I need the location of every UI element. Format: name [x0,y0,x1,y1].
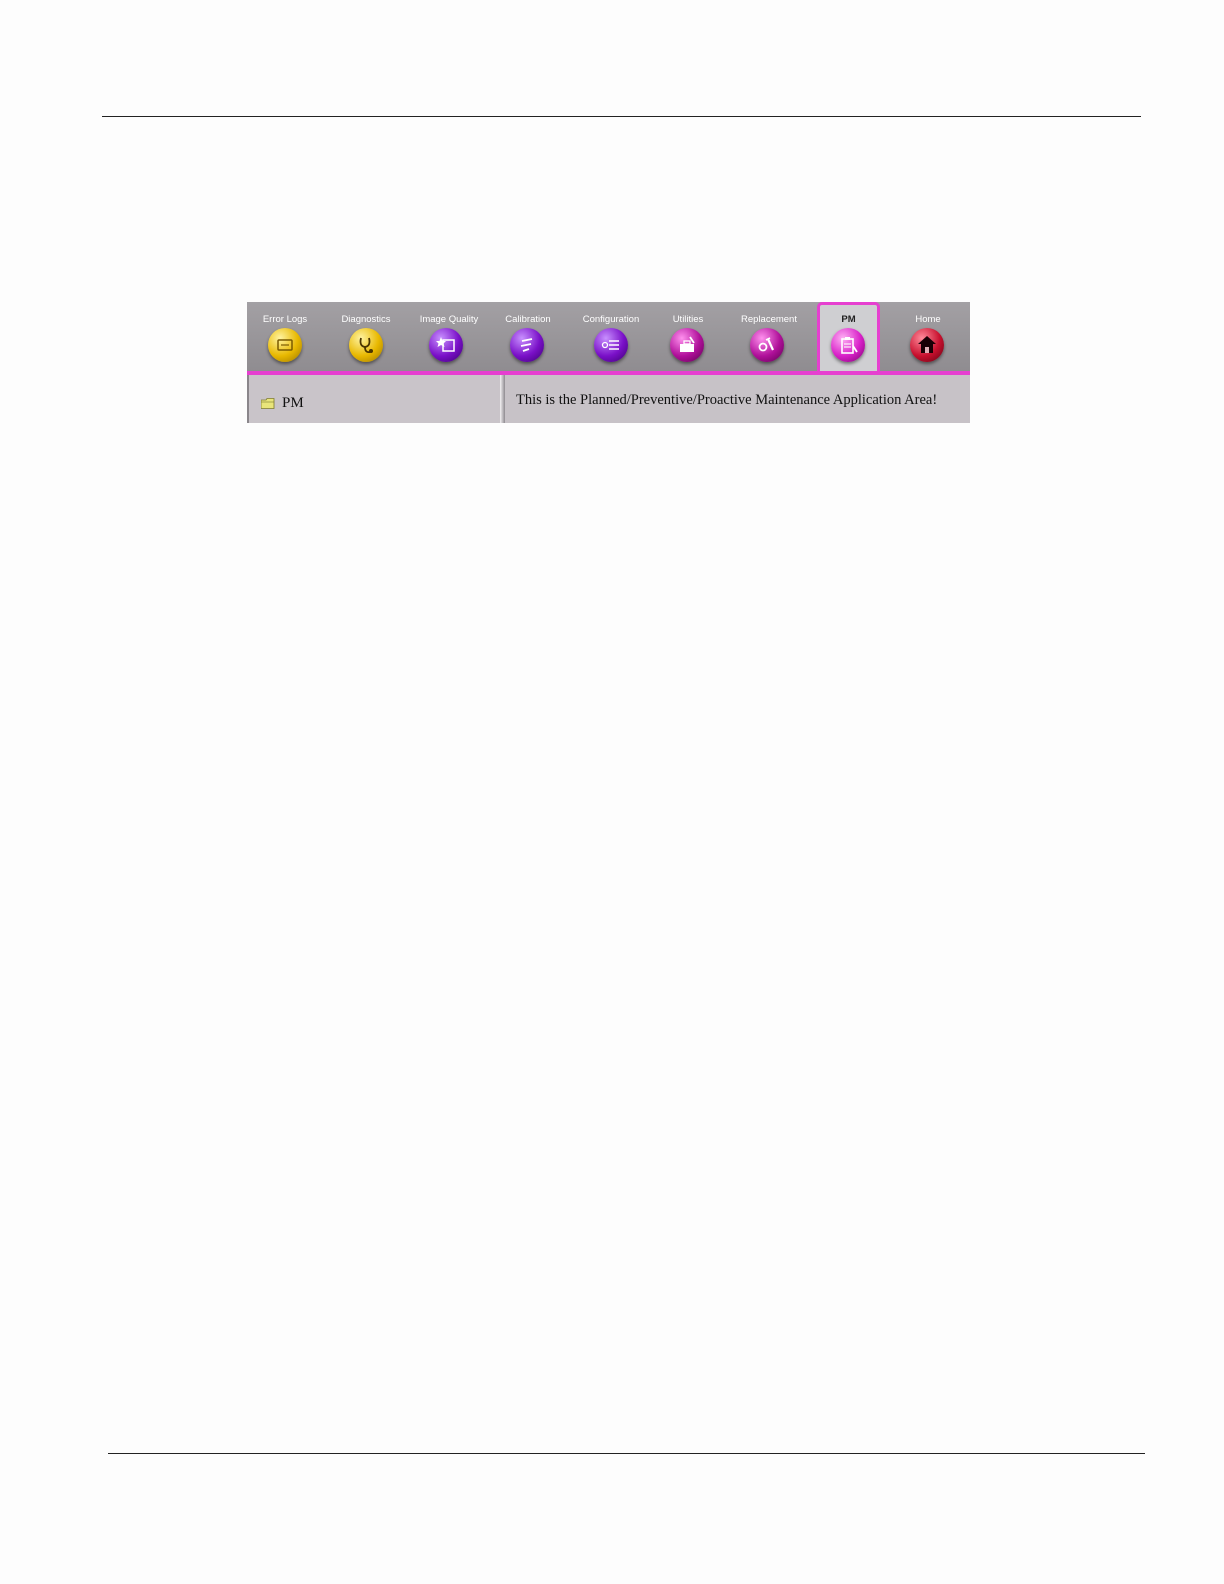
image-quality-icon [429,328,463,362]
tool-image-quality[interactable]: Image Quality [409,302,489,372]
tool-label: Replacement [741,314,797,325]
tool-pm[interactable]: PM [817,302,880,375]
header-rule [102,116,1141,117]
service-toolbar: Error Logs Diagnostics Image Quality Cal… [247,302,970,375]
application-area-message: This is the Planned/Preventive/Proactive… [516,392,938,408]
footer-rule [108,1453,1145,1454]
utilities-icon [670,328,704,362]
stethoscope-icon [349,328,383,362]
home-icon [910,328,944,362]
tool-calibration[interactable]: Calibration [492,302,564,372]
tool-label: Home [915,314,941,325]
service-app-window: Error Logs Diagnostics Image Quality Cal… [247,302,970,423]
tool-diagnostics[interactable]: Diagnostics [326,302,406,372]
navigation-tree: PM [247,375,502,423]
application-area: This is the Planned/Preventive/Proactive… [505,375,970,423]
tool-utilities[interactable]: Utilities [658,302,718,372]
tool-configuration[interactable]: Configuration [567,302,655,372]
tool-label: Diagnostics [341,314,391,325]
tool-error-logs[interactable]: Error Logs [247,302,323,372]
pm-clipboard-icon [831,328,865,362]
tree-item-pm[interactable]: PM [261,393,304,413]
tool-label: Configuration [582,314,640,325]
tool-label: Calibration [505,314,551,325]
tool-home[interactable]: Home [887,302,969,372]
tool-replacement[interactable]: Replacement [721,302,817,372]
tool-label: PM [841,314,856,325]
folder-icon [261,397,275,409]
replacement-icon [750,328,784,362]
error-logs-icon [268,328,302,362]
tool-label: Error Logs [262,314,308,325]
tool-label: Image Quality [419,314,479,325]
tree-item-label: PM [282,394,304,411]
configuration-icon [594,328,628,362]
tool-label: Utilities [672,314,704,325]
calibration-icon [510,328,544,362]
